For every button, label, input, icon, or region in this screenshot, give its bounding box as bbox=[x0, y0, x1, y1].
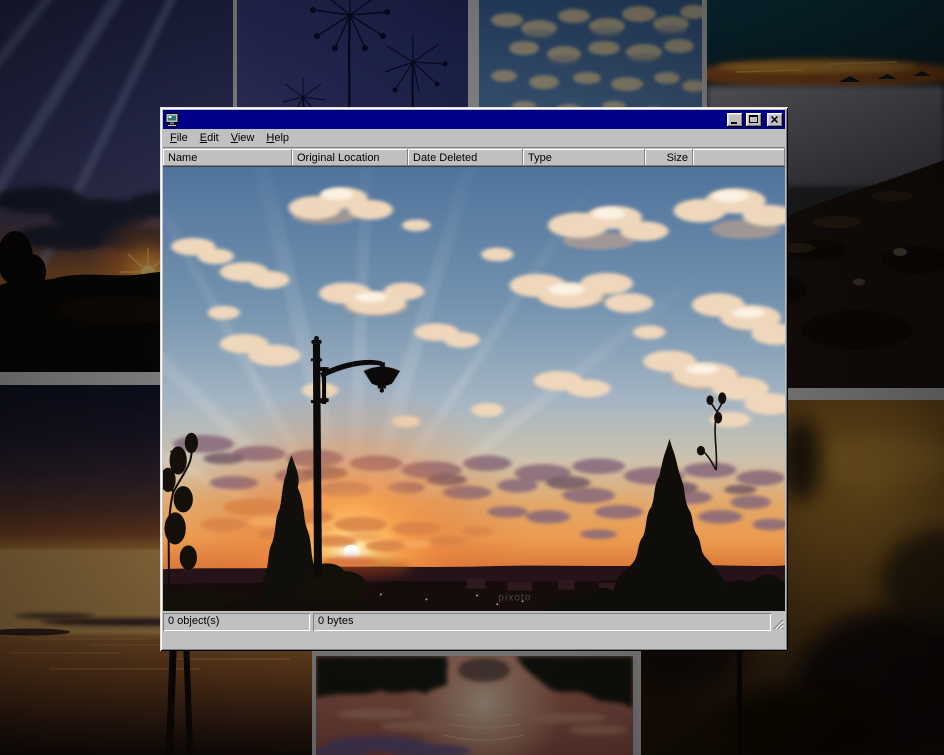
menu-bar: File Edit View Help bbox=[163, 129, 785, 148]
column-header-row: Name Original Location Date Deleted Type… bbox=[163, 149, 785, 167]
menu-edit[interactable]: Edit bbox=[194, 131, 225, 145]
maximize-icon bbox=[746, 113, 762, 127]
list-content-area[interactable]: pixoto bbox=[163, 167, 785, 611]
water-reflection-illustration bbox=[316, 656, 633, 755]
column-header-size[interactable]: Size bbox=[645, 149, 693, 166]
minimize-icon bbox=[727, 113, 743, 127]
sunset-street-lamp-photo: pixoto bbox=[163, 167, 785, 611]
computer-icon bbox=[165, 112, 181, 127]
close-icon bbox=[767, 113, 783, 127]
column-header-name[interactable]: Name bbox=[163, 149, 292, 166]
menu-file[interactable]: File bbox=[164, 131, 194, 145]
column-header-type[interactable]: Type bbox=[523, 149, 645, 166]
close-button[interactable] bbox=[767, 113, 783, 127]
recycle-bin-window: File Edit View Help Name Original Locati… bbox=[160, 107, 788, 651]
menu-help[interactable]: Help bbox=[260, 131, 295, 145]
status-objects: 0 object(s) bbox=[163, 613, 310, 631]
maximize-button[interactable] bbox=[746, 113, 762, 127]
column-header-filler[interactable] bbox=[693, 149, 785, 166]
water-reflection-photo bbox=[312, 652, 637, 755]
photo-watermark: pixoto bbox=[498, 592, 531, 603]
list-view: Name Original Location Date Deleted Type… bbox=[163, 149, 785, 611]
status-bytes: 0 bytes bbox=[313, 613, 771, 631]
desktop: File Edit View Help Name Original Locati… bbox=[0, 0, 944, 755]
minimize-button[interactable] bbox=[727, 113, 743, 127]
column-header-original-location[interactable]: Original Location bbox=[292, 149, 408, 166]
column-header-date-deleted[interactable]: Date Deleted bbox=[408, 149, 523, 166]
window-titlebar[interactable] bbox=[163, 110, 785, 129]
resize-grip-icon[interactable] bbox=[772, 618, 784, 630]
menu-view[interactable]: View bbox=[225, 131, 261, 145]
status-bar: 0 object(s) 0 bytes bbox=[163, 613, 785, 631]
